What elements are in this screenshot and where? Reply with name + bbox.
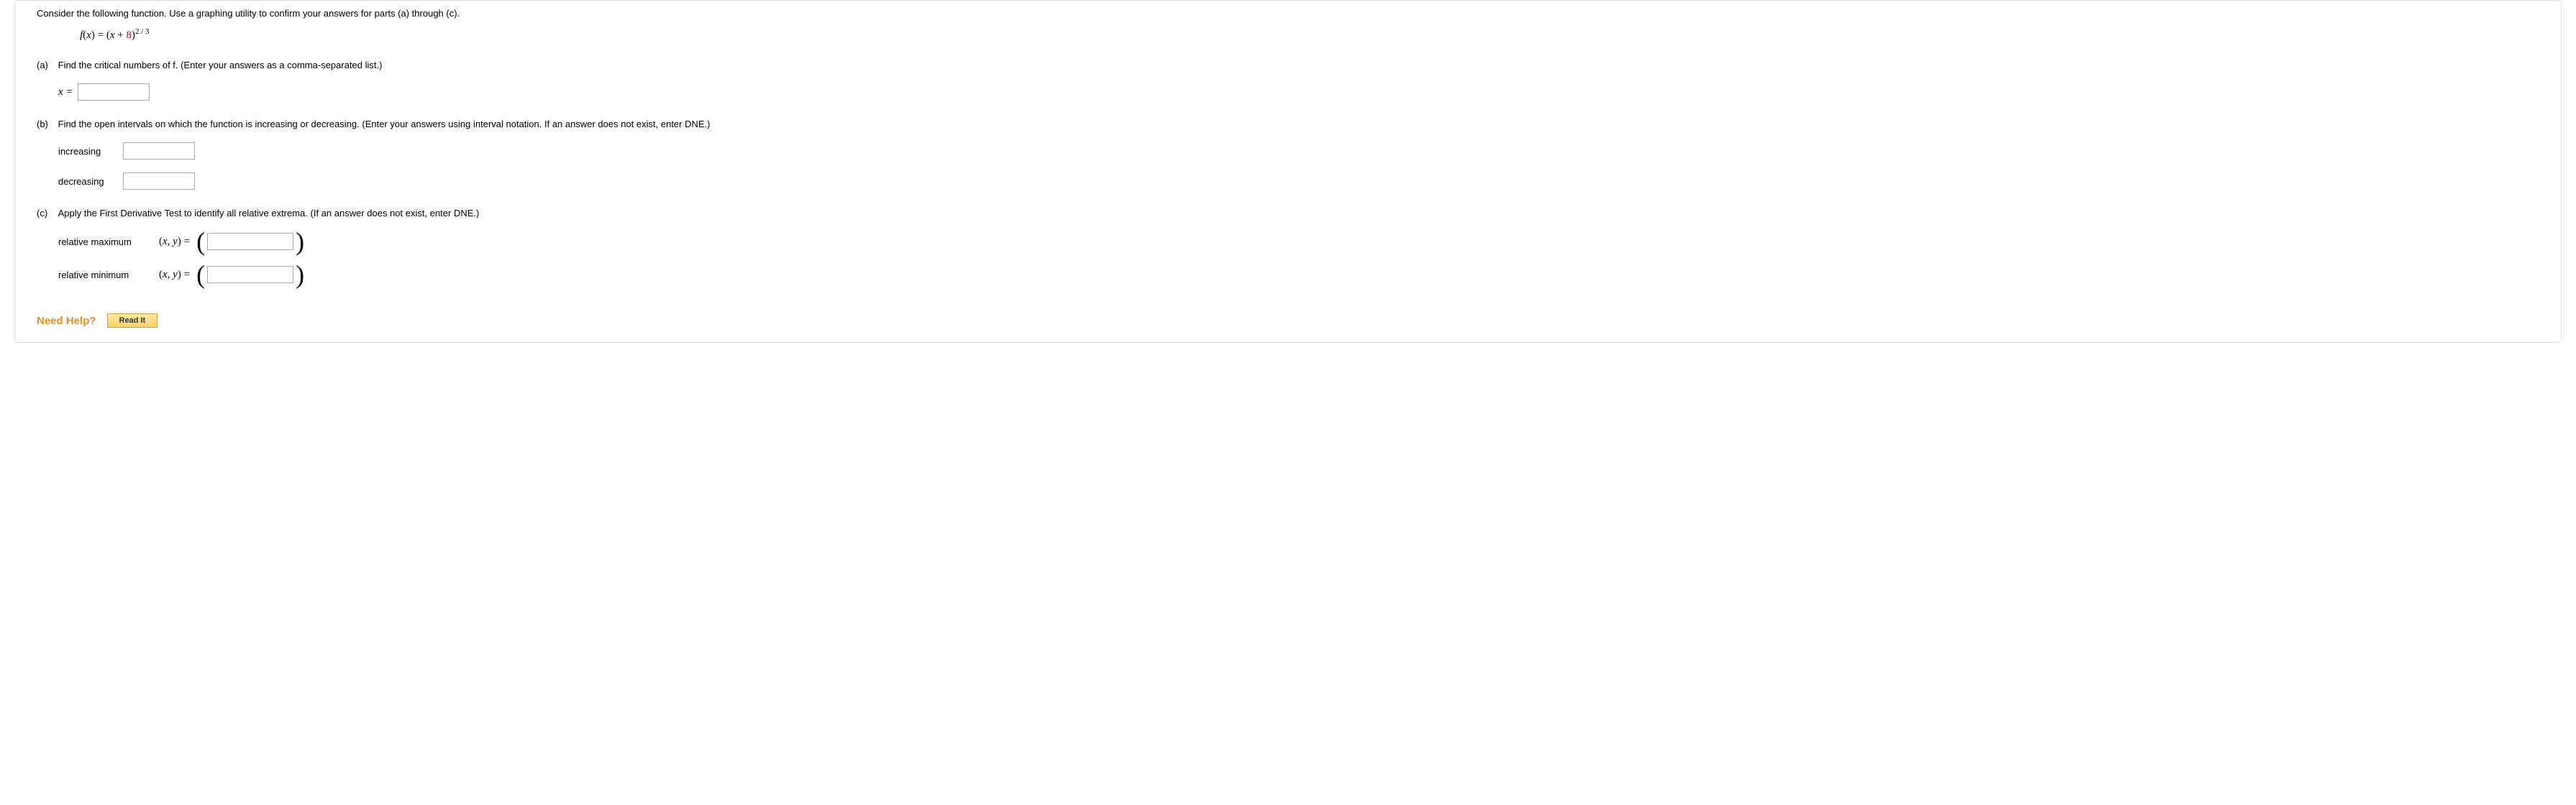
relmin-input[interactable] [207, 266, 293, 283]
relmax-label: relative maximum [58, 236, 159, 247]
function-definition: f(x) = (x + 8)2 / 3 [80, 27, 2539, 42]
part-a-label: (a) [37, 60, 55, 70]
read-it-button[interactable]: Read It [107, 313, 158, 328]
part-c-text: Apply the First Derivative Test to ident… [58, 208, 2532, 218]
intro-text: Consider the following function. Use a g… [37, 8, 2539, 19]
part-c-label: (c) [37, 208, 55, 218]
xy-label-max: (x, y) = [159, 236, 190, 248]
critical-numbers-input[interactable] [78, 83, 150, 101]
need-help-row: Need Help? Read It [37, 313, 2539, 328]
need-help-label: Need Help? [37, 315, 96, 327]
relmax-input[interactable] [207, 233, 293, 250]
increasing-input[interactable] [123, 142, 195, 160]
part-a-answer-row: x = [58, 83, 2539, 101]
relmin-label: relative minimum [58, 270, 159, 280]
decreasing-label: decreasing [58, 176, 123, 187]
question-container: Consider the following function. Use a g… [14, 0, 2562, 343]
open-paren-icon: ( [194, 264, 207, 285]
part-a-text: Find the critical numbers of f. (Enter y… [58, 60, 2532, 70]
part-a: (a) Find the critical numbers of f. (Ent… [37, 60, 2539, 101]
part-c: (c) Apply the First Derivative Test to i… [37, 208, 2539, 285]
xy-label-min: (x, y) = [159, 269, 190, 281]
x-equals-label: x = [58, 86, 73, 98]
part-b-label: (b) [37, 119, 55, 129]
increasing-row: increasing [58, 142, 2539, 160]
open-paren-icon: ( [194, 231, 207, 252]
decreasing-row: decreasing [58, 172, 2539, 190]
close-paren-icon: ) [293, 231, 306, 252]
part-b: (b) Find the open intervals on which the… [37, 119, 2539, 190]
decreasing-input[interactable] [123, 172, 195, 190]
relmax-row: relative maximum (x, y) = ( ) [58, 231, 2539, 252]
part-b-text: Find the open intervals on which the fun… [58, 119, 2532, 129]
relmin-row: relative minimum (x, y) = ( ) [58, 264, 2539, 285]
increasing-label: increasing [58, 146, 123, 157]
close-paren-icon: ) [293, 264, 306, 285]
